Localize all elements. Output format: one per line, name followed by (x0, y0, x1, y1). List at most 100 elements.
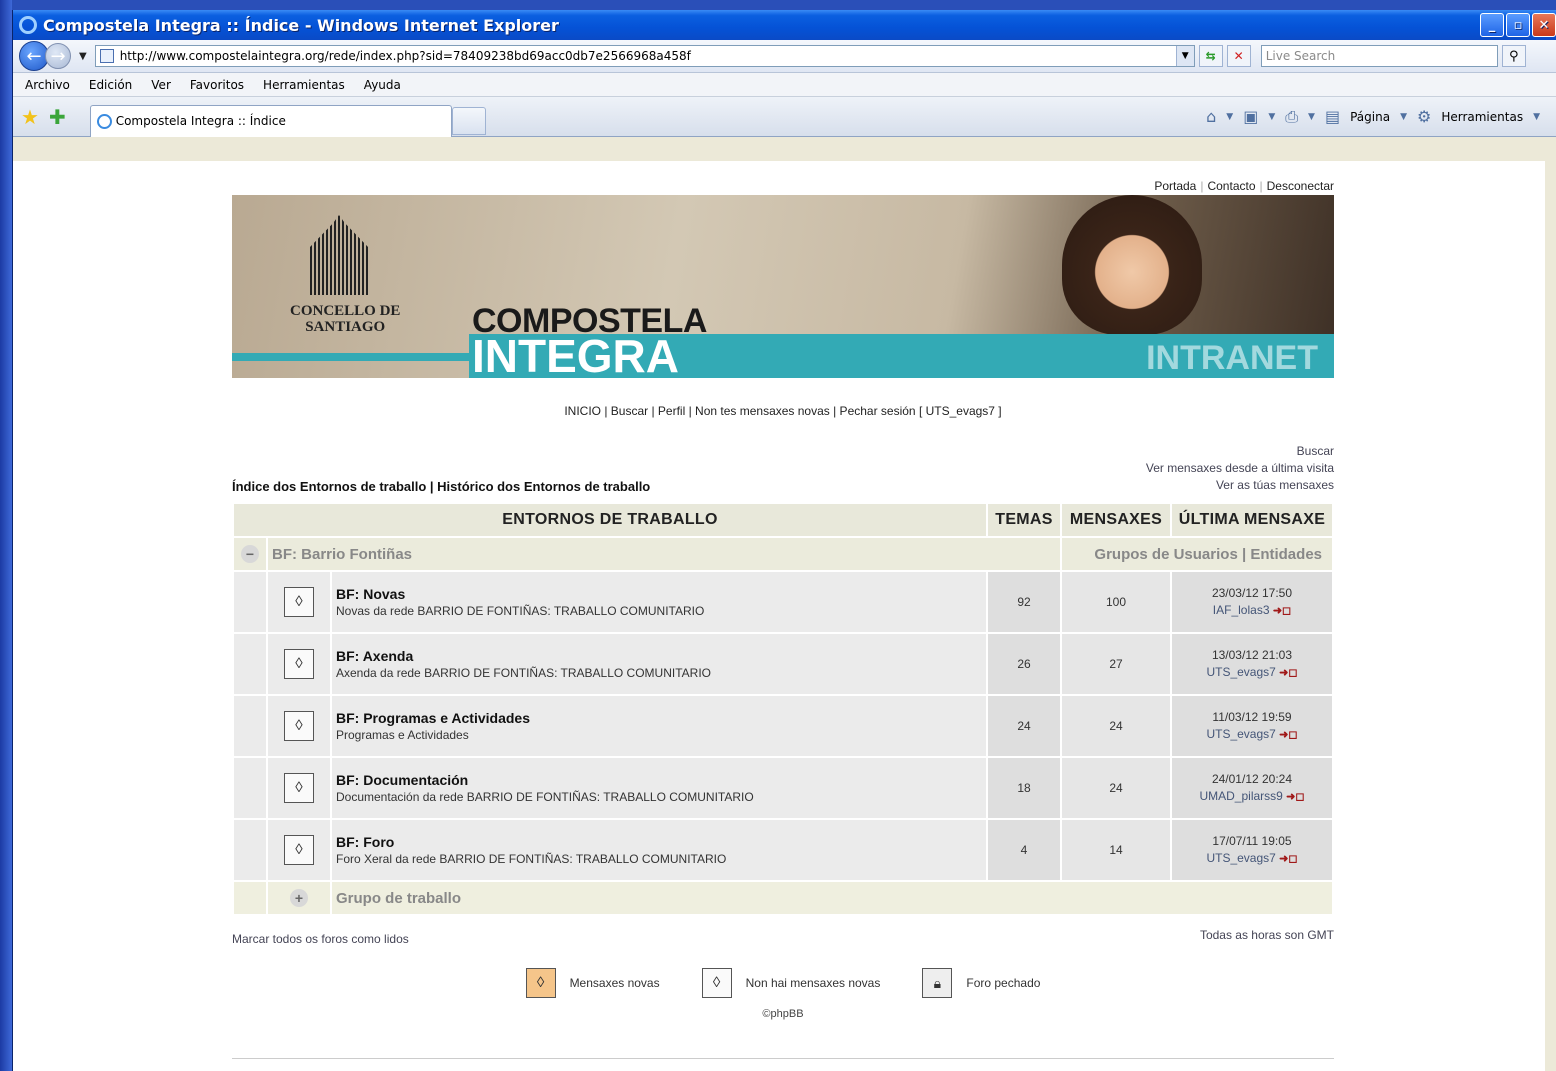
legend-no-new: Non hai mensaxes novas (745, 976, 881, 990)
last-post-date: 17/07/11 19:05 (1212, 833, 1292, 848)
breadcrumb-row: Índice dos Entornos de traballo | Histór… (232, 444, 1334, 494)
home-dropdown-icon[interactable]: ▼ (1226, 112, 1233, 122)
tools-dropdown-icon[interactable]: ▼ (1533, 112, 1540, 122)
feeds-icon[interactable]: ▣ (1243, 107, 1258, 126)
command-bar: ⌂ ▼ ▣ ▼ ⎙ ▼ ▤ Página ▼ ⚙ Herramientas ▼ (1206, 107, 1556, 127)
tools-menu-button[interactable]: Herramientas (1441, 110, 1523, 124)
tab-current[interactable]: Compostela Integra :: Índice (89, 104, 452, 137)
collapse-cell[interactable]: − (232, 536, 268, 572)
tab-bar: ★ ✚ Compostela Integra :: Índice ⌂ ▼ ▣ ▼… (13, 97, 1556, 137)
col-mensaxes: MENSAXES (1060, 502, 1172, 538)
mark-all-read-link[interactable]: Marcar todos os foros como lidos (232, 932, 409, 946)
goto-last-post-icon[interactable]: ➜◻ (1286, 791, 1304, 803)
legend-locked: Foro pechado (966, 976, 1041, 990)
forum-mensaxes: 100 (1060, 570, 1172, 634)
menu-ayuda[interactable]: Ayuda (364, 78, 401, 92)
copyright: ©phpBB (762, 1008, 804, 1020)
menu-ver[interactable]: Ver (151, 78, 171, 92)
category-links[interactable]: Grupos de Usuarios | Entidades (1060, 536, 1334, 572)
goto-last-post-icon[interactable]: ➜◻ (1279, 853, 1297, 865)
forum-last-post: 17/07/11 19:05 UTS_evags7 ➜◻ (1170, 818, 1334, 882)
forum-table: ENTORNOS DE TRABALLO TEMAS MENSAXES ÚLTI… (232, 502, 1334, 916)
feeds-dropdown-icon[interactable]: ▼ (1268, 112, 1275, 122)
forum-name[interactable]: BF: Programas e Actividades (336, 710, 986, 726)
maximize-button[interactable]: ▫ (1506, 13, 1530, 37)
desktop-edge (0, 0, 12, 1071)
table-header: ENTORNOS DE TRABALLO TEMAS MENSAXES ÚLTI… (232, 502, 1334, 538)
forum-desc: Documentación da rede BARRIO DE FONTIÑAS… (336, 790, 754, 804)
forum-last-post: 23/03/12 17:50 IAF_lolas3 ➜◻ (1170, 570, 1334, 634)
page-menu-button[interactable]: Página (1350, 110, 1390, 124)
favorites-star-icon[interactable]: ★ (21, 105, 39, 129)
last-post-user[interactable]: UTS_evags7 (1206, 727, 1275, 741)
child-photo (1062, 195, 1202, 335)
forum-name[interactable]: BF: Axenda (336, 648, 986, 664)
search-button[interactable]: ⚲ (1501, 45, 1526, 67)
last-post-date: 11/03/12 19:59 (1212, 709, 1292, 724)
last-post-date: 23/03/12 17:50 (1211, 585, 1293, 600)
link-new-since-last[interactable]: Ver mensaxes desde a última visita (1146, 460, 1334, 477)
url-input[interactable]: http://www.compostelaintegra.org/rede/in… (94, 45, 1195, 67)
group-name[interactable]: Grupo de traballo (330, 880, 1334, 916)
table-row: ◊ BF: Novas Novas da rede BARRIO DE FONT… (232, 570, 1334, 634)
stop-button[interactable]: ✕ (1226, 45, 1251, 67)
goto-last-post-icon[interactable]: ➜◻ (1273, 605, 1291, 617)
collapse-icon[interactable]: − (241, 545, 259, 563)
new-tab-button[interactable] (451, 106, 486, 135)
search-icon: ⚲ (1508, 48, 1519, 64)
forum-mensaxes: 14 (1060, 818, 1172, 882)
forum-desc: Axenda da rede BARRIO DE FONTIÑAS: TRABA… (336, 666, 711, 680)
forum-name[interactable]: BF: Novas (336, 586, 986, 602)
window-title: Compostela Integra :: Índice - Windows I… (43, 15, 559, 35)
menu-archivo[interactable]: Archivo (25, 78, 70, 92)
print-icon[interactable]: ⎙ (1285, 107, 1298, 127)
refresh-button[interactable]: ⇆ (1198, 45, 1223, 67)
main-nav[interactable]: INICIO | Buscar | Perfil | Non tes mensa… (232, 404, 1334, 444)
breadcrumb[interactable]: Índice dos Entornos de traballo | Histór… (232, 479, 650, 494)
goto-last-post-icon[interactable]: ➜◻ (1279, 729, 1297, 741)
last-post-user[interactable]: IAF_lolas3 (1213, 603, 1270, 617)
title-bar[interactable]: Compostela Integra :: Índice - Windows I… (13, 10, 1556, 40)
expand-icon[interactable]: + (290, 889, 308, 907)
col-entornos: ENTORNOS DE TRABALLO (232, 502, 988, 538)
link-desconectar[interactable]: Desconectar (1267, 179, 1334, 193)
tools-gear-icon: ⚙ (1416, 107, 1432, 126)
menu-edicion[interactable]: Edición (89, 78, 132, 92)
print-dropdown-icon[interactable]: ▼ (1308, 112, 1315, 122)
category-name[interactable]: BF: Barrio Fontiñas (266, 536, 1062, 572)
forward-arrow-icon: → (50, 45, 66, 67)
link-portada[interactable]: Portada (1154, 179, 1196, 193)
no-new-posts-icon: ◊ (284, 587, 314, 617)
last-post-user[interactable]: UMAD_pilarss9 (1199, 789, 1282, 803)
forward-button[interactable]: → (45, 43, 71, 69)
ie-tab-icon (96, 113, 112, 129)
refresh-icon: ⇆ (1205, 49, 1216, 63)
forum-last-post: 11/03/12 19:59 UTS_evags7 ➜◻ (1170, 694, 1334, 758)
history-dropdown-icon[interactable]: ▼ (79, 51, 87, 62)
search-input[interactable]: Live Search (1260, 45, 1498, 67)
link-your-posts[interactable]: Ver as túas mensaxes (1146, 477, 1334, 494)
no-new-posts-icon: ◊ (284, 773, 314, 803)
forum-temas: 18 (986, 756, 1062, 820)
lock-icon: 🔒︎ (922, 968, 953, 998)
page-dropdown-icon[interactable]: ▼ (1400, 112, 1407, 122)
menu-favoritos[interactable]: Favoritos (190, 78, 244, 92)
menu-herramientas[interactable]: Herramientas (263, 78, 345, 92)
minimize-button[interactable]: _ (1480, 13, 1504, 37)
url-text: http://www.compostelaintegra.org/rede/in… (119, 49, 691, 63)
link-buscar[interactable]: Buscar (1146, 443, 1334, 460)
forum-name[interactable]: BF: Foro (336, 834, 986, 850)
close-button[interactable]: ✕ (1532, 13, 1556, 37)
no-new-posts-icon: ◊ (284, 835, 314, 865)
last-post-user[interactable]: UTS_evags7 (1206, 851, 1275, 865)
goto-last-post-icon[interactable]: ➜◻ (1279, 667, 1297, 679)
link-contacto[interactable]: Contacto (1207, 179, 1255, 193)
last-post-user[interactable]: UTS_evags7 (1206, 665, 1275, 679)
add-favorites-icon[interactable]: ✚ (49, 105, 66, 129)
home-icon[interactable]: ⌂ (1206, 107, 1216, 126)
forum-name[interactable]: BF: Documentación (336, 772, 986, 788)
menu-bar: Archivo Edición Ver Favoritos Herramient… (13, 73, 1556, 97)
banner-integra: INTEGRA (472, 330, 679, 378)
url-dropdown-icon[interactable]: ▼ (1175, 46, 1194, 66)
forum-mensaxes: 24 (1060, 694, 1172, 758)
